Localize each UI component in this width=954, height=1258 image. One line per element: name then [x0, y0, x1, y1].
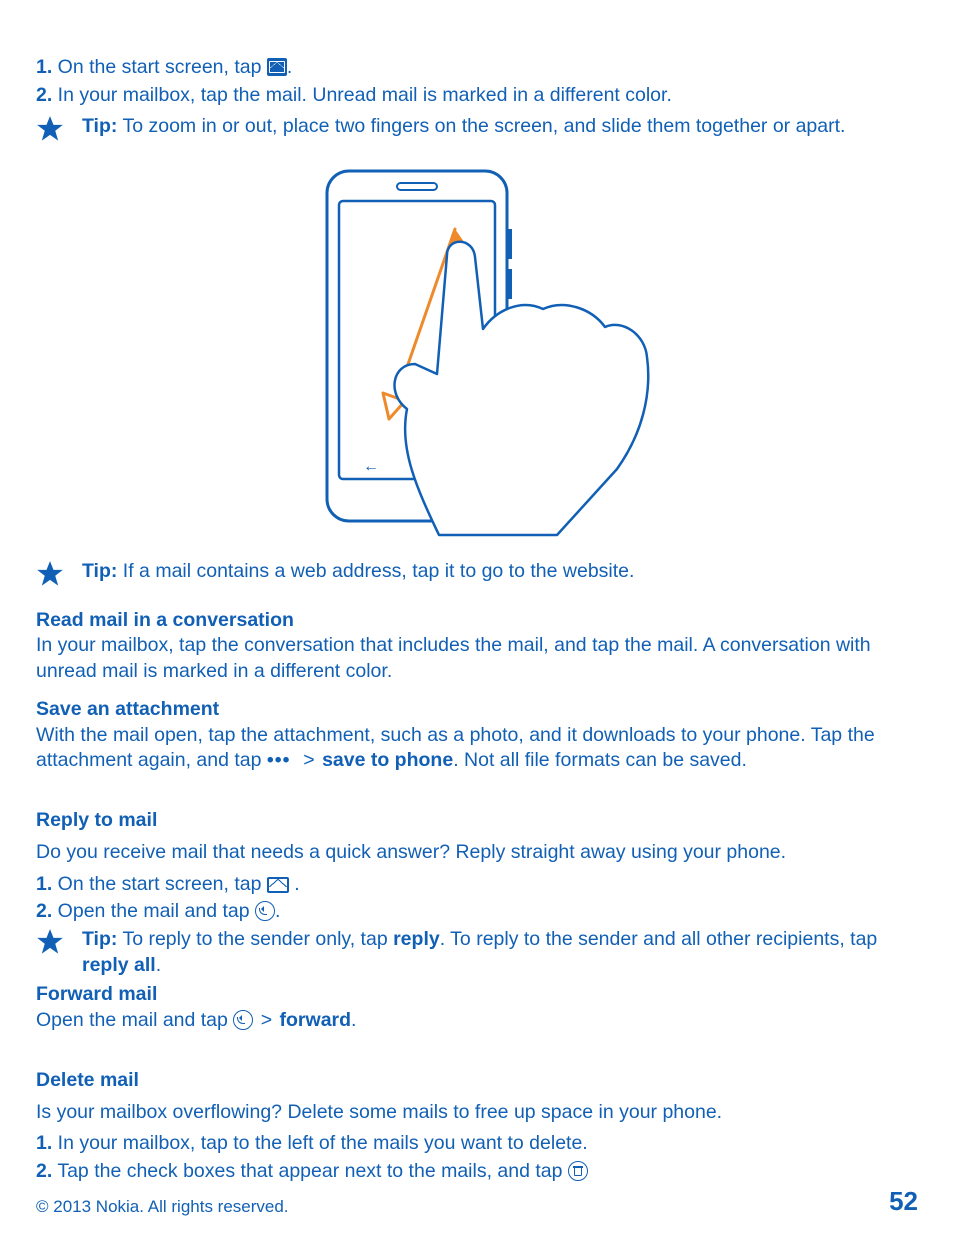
star-icon [36, 560, 82, 596]
step-text: On the start screen, tap [52, 873, 267, 895]
action-label: reply [393, 928, 440, 950]
tip-row: Tip: To reply to the sender only, tap re… [36, 927, 918, 978]
step-2: 2. Tap the check boxes that appear next … [36, 1159, 918, 1185]
step-1: 1. In your mailbox, tap to the left of t… [36, 1131, 918, 1157]
chevron-right-icon: > [301, 749, 316, 771]
text: Open the mail and tap [36, 1009, 233, 1031]
step-text: On the start screen, tap [52, 56, 267, 78]
step-text: . [289, 873, 300, 895]
svg-text:←: ← [363, 458, 379, 475]
step-text: Tap the check boxes that appear next to … [52, 1160, 568, 1182]
section-title: Forward mail [36, 982, 918, 1008]
mail-icon [267, 58, 287, 76]
step-text: In your mailbox, tap the mail. Unread ma… [52, 84, 672, 106]
step-text: Open the mail and tap [52, 900, 255, 922]
chevron-right-icon: > [259, 1009, 274, 1031]
tip-body: To reply to the sender only, tap [117, 928, 393, 950]
mail-icon [267, 877, 289, 893]
step-1: 1. On the start screen, tap . [36, 55, 918, 81]
page-footer: © 2013 Nokia. All rights reserved. 52 [36, 1184, 918, 1218]
star-icon [36, 115, 82, 151]
tip-body: To zoom in or out, place two fingers on … [117, 115, 845, 137]
star-icon [36, 928, 82, 964]
reply-icon [255, 901, 275, 921]
copyright-text: © 2013 Nokia. All rights reserved. [36, 1196, 289, 1218]
step-number: 2. [36, 1160, 52, 1182]
step-number: 2. [36, 84, 52, 106]
tip-body: . To reply to the sender and all other r… [440, 928, 878, 950]
menu-label: save to phone [322, 749, 453, 771]
tip-body: . [156, 954, 161, 976]
tip-body: If a mail contains a web address, tap it… [117, 560, 634, 582]
tip-text: Tip: To reply to the sender only, tap re… [82, 927, 918, 978]
section-intro: Do you receive mail that needs a quick a… [36, 840, 918, 866]
text: . [351, 1009, 356, 1031]
tip-label: Tip: [82, 560, 117, 582]
section-body: With the mail open, tap the attachment, … [36, 723, 918, 774]
step-2: 2. Open the mail and tap . [36, 899, 918, 925]
step-number: 2. [36, 900, 52, 922]
tip-text: Tip: To zoom in or out, place two finger… [82, 114, 918, 140]
page: 1. On the start screen, tap . 2. In your… [0, 0, 954, 1258]
section-body: Open the mail and tap > forward. [36, 1008, 918, 1034]
section-title: Save an attachment [36, 697, 918, 723]
trash-icon [568, 1161, 588, 1181]
section-title: Read mail in a conversation [36, 608, 918, 634]
menu-label: forward [280, 1009, 352, 1031]
page-number: 52 [889, 1184, 918, 1218]
step-text: . [287, 56, 292, 78]
section-title: Delete mail [36, 1068, 918, 1094]
text: . Not all file formats can be saved. [453, 749, 747, 771]
step-2: 2. In your mailbox, tap the mail. Unread… [36, 83, 918, 109]
action-label: reply all [82, 954, 156, 976]
step-text: In your mailbox, tap to the left of the … [52, 1132, 587, 1154]
more-icon: ••• [267, 749, 290, 771]
section-intro: Is your mailbox overflowing? Delete some… [36, 1100, 918, 1126]
step-text: . [275, 900, 280, 922]
tip-label: Tip: [82, 928, 117, 950]
tip-label: Tip: [82, 115, 117, 137]
tip-text: Tip: If a mail contains a web address, t… [82, 559, 918, 585]
pinch-zoom-illustration: ← [36, 159, 918, 547]
section-title: Reply to mail [36, 808, 918, 834]
step-number: 1. [36, 873, 52, 895]
tip-row: Tip: To zoom in or out, place two finger… [36, 114, 918, 151]
reply-icon [233, 1010, 253, 1030]
tip-row: Tip: If a mail contains a web address, t… [36, 559, 918, 596]
step-number: 1. [36, 56, 52, 78]
step-1: 1. On the start screen, tap . [36, 872, 918, 898]
section-body: In your mailbox, tap the conversation th… [36, 633, 918, 684]
step-number: 1. [36, 1132, 52, 1154]
